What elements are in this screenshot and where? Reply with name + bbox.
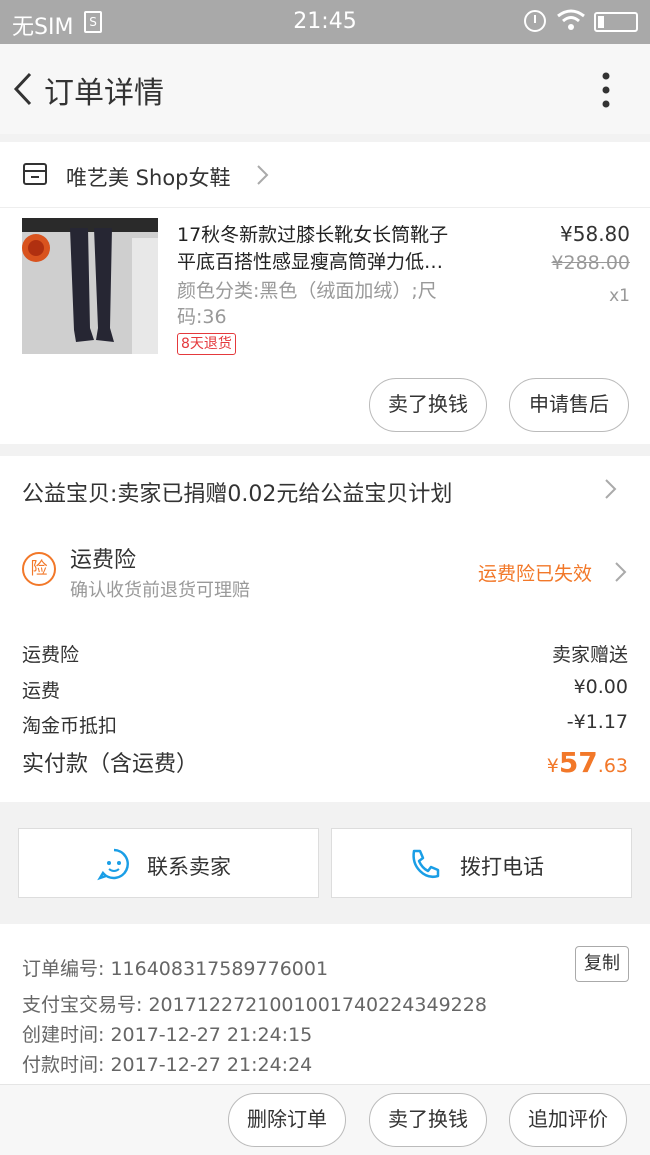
product-title-line2: 平底百搭性感显瘦高筒弹力低…	[177, 251, 444, 273]
alipay-number-row: 支付宝交易号: 2017122721001001740224349228	[22, 990, 487, 1017]
fee-value: ¥0.00	[573, 676, 628, 698]
original-price: ¥288.00	[551, 252, 630, 274]
shop-name: 唯艺美 Shop女鞋	[66, 166, 231, 190]
chevron-right-icon	[615, 562, 627, 582]
fee-label: 淘金币抵扣	[22, 715, 118, 737]
contact-seller-button[interactable]: 联系卖家	[18, 828, 319, 898]
order-number-row: 订单编号: 116408317589776001	[22, 954, 328, 981]
chevron-right-icon	[605, 479, 617, 499]
chat-bubble-icon	[97, 848, 129, 881]
status-bar: 无SIM S 21:45	[0, 0, 650, 44]
paid-time-value: 2017-12-27 21:24:24	[110, 1054, 313, 1076]
product-thumbnail[interactable]	[22, 218, 158, 354]
return-policy-badge: 8天退货	[177, 333, 236, 355]
more-options-icon[interactable]	[596, 70, 616, 110]
created-time-value: 2017-12-27 21:24:15	[110, 1024, 313, 1046]
page-title: 订单详情	[44, 76, 164, 111]
paid-time-row: 付款时间: 2017-12-27 21:24:24	[22, 1050, 312, 1077]
product-card[interactable]: 17秋冬新款过膝长靴女长筒靴子 平底百搭性感显瘦高筒弹力低… 颜色分类:黑色（绒…	[0, 208, 650, 444]
fees-section: 运费险 卖家赠送 运费 ¥0.00 淘金币抵扣 -¥1.17 实付款（含运费） …	[0, 620, 650, 802]
order-info-section: 订单编号: 116408317589776001 复制 支付宝交易号: 2017…	[0, 924, 650, 1084]
quantity: x1	[609, 286, 630, 306]
nav-bar: 订单详情	[0, 44, 650, 134]
product-sku: 颜色分类:黑色（绒面加绒）;尺 码:36	[177, 278, 477, 330]
shop-icon	[23, 163, 47, 185]
insurance-subtitle: 确认收货前退货可理赔	[70, 580, 250, 601]
alipay-number-label: 支付宝交易号:	[22, 994, 143, 1016]
sku-line2: 码:36	[177, 306, 227, 328]
fee-label: 运费	[22, 680, 61, 702]
wifi-icon	[557, 9, 585, 30]
resell-button[interactable]: 卖了换钱	[369, 378, 487, 432]
call-phone-button[interactable]: 拨打电话	[331, 828, 632, 898]
fee-label: 运费险	[22, 644, 80, 666]
total-amount: ¥57.63	[547, 746, 628, 779]
back-arrow-icon[interactable]	[10, 70, 40, 108]
shop-row[interactable]: 唯艺美 Shop女鞋	[0, 142, 650, 208]
fee-value: 卖家赠送	[551, 644, 628, 666]
order-number-value: 116408317589776001	[110, 958, 329, 980]
shipping-insurance-row[interactable]: 险 运费险 确认收货前退货可理赔 运费险已失效	[0, 526, 650, 620]
created-time-label: 创建时间:	[22, 1024, 105, 1046]
resell-button[interactable]: 卖了换钱	[369, 1093, 487, 1147]
append-review-button[interactable]: 追加评价	[509, 1093, 627, 1147]
product-price: ¥58.80	[560, 222, 630, 246]
alipay-number-value: 2017122721001001740224349228	[148, 994, 487, 1016]
charity-text: 公益宝贝:卖家已捐赠0.02元给公益宝贝计划	[22, 482, 453, 507]
order-number-label: 订单编号:	[22, 958, 105, 980]
total-decimal: .63	[597, 755, 628, 777]
chevron-right-icon	[257, 165, 269, 185]
paid-time-label: 付款时间:	[22, 1054, 105, 1076]
alarm-icon	[524, 10, 546, 32]
insurance-status: 运费险已失效	[478, 563, 593, 585]
created-time-row: 创建时间: 2017-12-27 21:24:15	[22, 1020, 312, 1047]
contact-section: 联系卖家 拨打电话	[0, 818, 650, 910]
battery-icon	[594, 12, 638, 32]
sku-line1: 颜色分类:黑色（绒面加绒）;尺	[177, 280, 437, 302]
after-sale-button[interactable]: 申请售后	[509, 378, 629, 432]
copy-button[interactable]: 复制	[575, 946, 629, 982]
insurance-title: 运费险	[70, 548, 137, 573]
total-label: 实付款（含运费）	[22, 752, 199, 777]
insurance-icon: 险	[22, 552, 56, 586]
boots-image	[22, 218, 158, 354]
product-title-line1: 17秋冬新款过膝长靴女长筒靴子	[177, 224, 449, 246]
total-currency: ¥	[546, 755, 559, 777]
clock: 21:45	[293, 9, 357, 34]
call-phone-label: 拨打电话	[460, 855, 544, 879]
delete-order-button[interactable]: 删除订单	[228, 1093, 346, 1147]
product-title[interactable]: 17秋冬新款过膝长靴女长筒靴子 平底百搭性感显瘦高筒弹力低…	[177, 222, 507, 276]
total-integer: 57	[558, 746, 598, 779]
fee-value: -¥1.17	[566, 711, 628, 733]
charity-row[interactable]: 公益宝贝:卖家已捐赠0.02元给公益宝贝计划	[0, 456, 650, 526]
bottom-action-bar: 删除订单 卖了换钱 追加评价	[0, 1084, 650, 1155]
phone-icon	[412, 849, 440, 879]
contact-seller-label: 联系卖家	[147, 855, 231, 879]
